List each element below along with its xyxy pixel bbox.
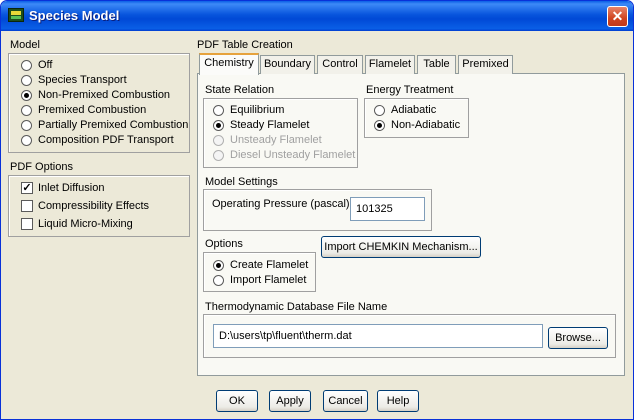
radio-selected-icon <box>213 260 224 271</box>
help-button[interactable]: Help <box>377 390 419 412</box>
options-group <box>203 252 316 292</box>
radio-icon <box>213 275 224 286</box>
radio-disabled-icon <box>213 135 224 146</box>
thermo-db-path-input[interactable]: D:\users\tp\fluent\therm.dat <box>213 324 543 348</box>
cancel-button[interactable]: Cancel <box>323 390 368 412</box>
pdf-options-label: PDF Options <box>10 161 73 173</box>
options-label: Options <box>205 238 243 250</box>
pdf-table-creation-label: PDF Table Creation <box>197 39 293 51</box>
operating-pressure-input[interactable]: 101325 <box>350 197 425 221</box>
state-relation-label: State Relation <box>205 84 275 96</box>
tab-flamelet[interactable]: Flamelet <box>365 55 415 74</box>
model-settings-label: Model Settings <box>205 176 278 188</box>
close-button[interactable]: ✕ <box>607 6 628 27</box>
energy-treatment-label: Energy Treatment <box>366 84 454 96</box>
radio-icon <box>21 60 32 71</box>
radio-icon <box>21 75 32 86</box>
radio-icon <box>21 135 32 146</box>
tab-premixed[interactable]: Premixed <box>458 55 513 74</box>
radio-icon <box>21 105 32 116</box>
radio-selected-icon <box>21 90 32 101</box>
browse-button[interactable]: Browse... <box>548 327 608 349</box>
model-label: Model <box>10 39 40 51</box>
close-icon: ✕ <box>611 8 624 24</box>
checkbox-icon <box>21 200 33 212</box>
title-bar[interactable]: Species Model ✕ <box>1 1 633 31</box>
tab-table[interactable]: Table <box>417 55 456 74</box>
radio-selected-icon <box>213 120 224 131</box>
window-title: Species Model <box>29 8 120 23</box>
thermo-db-label: Thermodynamic Database File Name <box>205 301 388 313</box>
import-chemkin-button[interactable]: Import CHEMKIN Mechanism... <box>321 236 481 258</box>
fluent-app-icon <box>8 8 24 22</box>
radio-icon <box>374 105 385 116</box>
checkmark-icon: ✓ <box>21 182 33 194</box>
species-model-dialog: Species Model ✕ Model Off Species Transp… <box>0 0 634 420</box>
radio-icon <box>213 105 224 116</box>
ok-button[interactable]: OK <box>216 390 258 412</box>
radio-selected-icon <box>374 120 385 131</box>
tab-control[interactable]: Control <box>317 55 363 74</box>
radio-icon <box>21 120 32 131</box>
checkbox-icon <box>21 218 33 230</box>
tab-boundary[interactable]: Boundary <box>260 55 315 74</box>
tab-chemistry[interactable]: Chemistry <box>199 53 259 75</box>
apply-button[interactable]: Apply <box>269 390 311 412</box>
radio-disabled-icon <box>213 150 224 161</box>
operating-pressure-label: Operating Pressure (pascal) <box>212 198 350 210</box>
